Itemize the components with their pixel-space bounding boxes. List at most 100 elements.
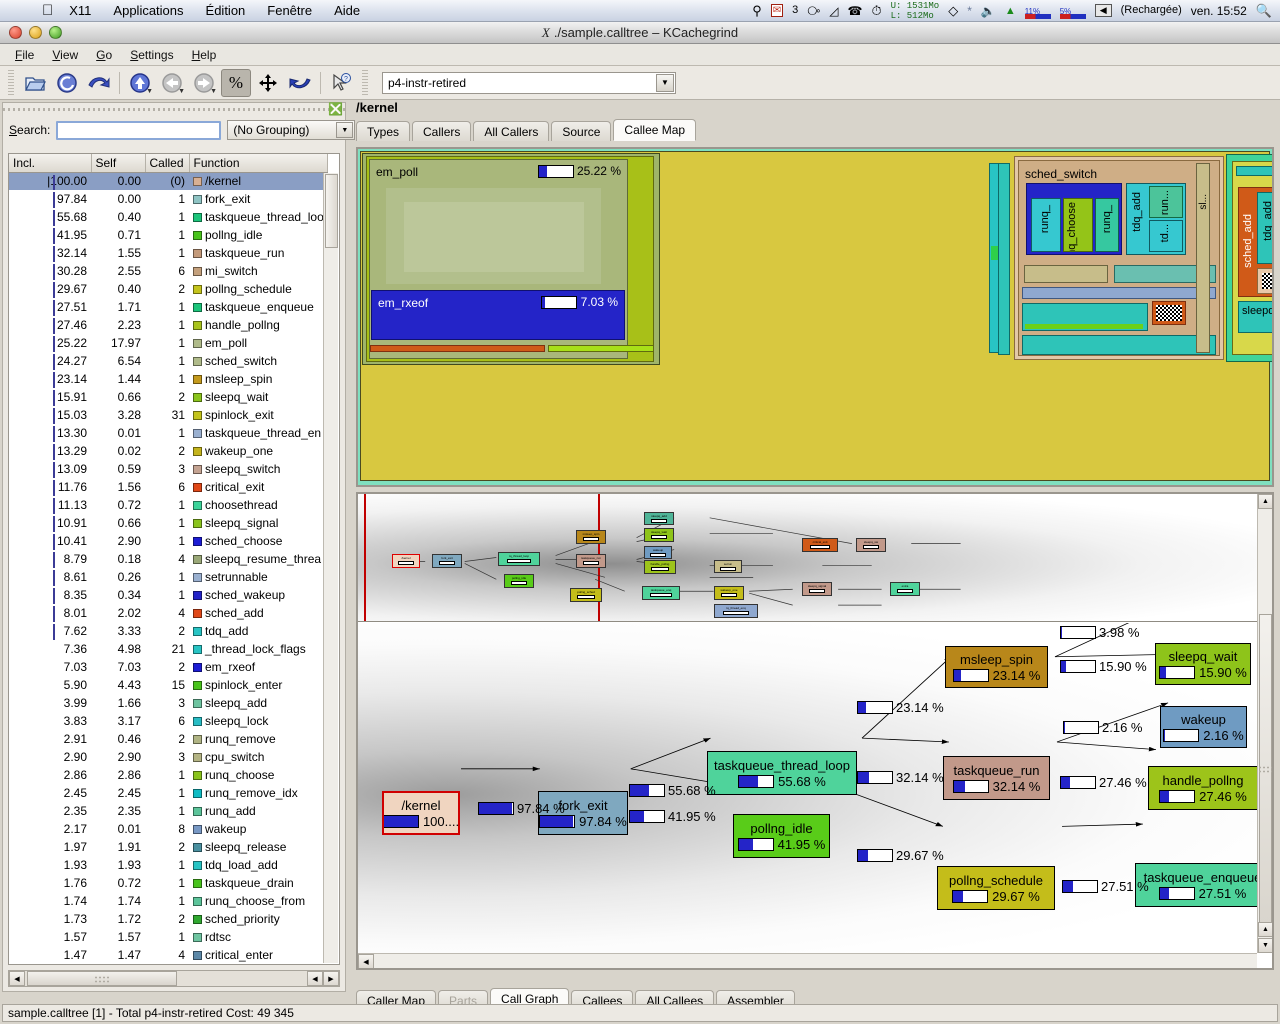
overview-node-sleepq-add[interactable]: sleepq_add xyxy=(644,512,674,525)
whats-this-button[interactable]: ? xyxy=(326,69,356,97)
os-menu-item-fenetre[interactable]: Fenêtre xyxy=(267,3,312,18)
table-row[interactable]: 1.931.931tdq_load_add xyxy=(9,856,327,874)
table-row[interactable]: 1.760.721taskqueue_drain xyxy=(9,874,327,892)
previous-button[interactable]: ▼ xyxy=(157,69,187,97)
column-header-called[interactable]: Called xyxy=(145,154,189,172)
column-header-self[interactable]: Self xyxy=(91,154,145,172)
call-graph-panel[interactable]: /kernel fork_exit tq_thread_loop pollng_… xyxy=(356,492,1274,970)
treemap-sub-d[interactable] xyxy=(1022,303,1148,331)
table-row[interactable]: |100.000.00(0)/kernel xyxy=(9,172,327,190)
table-row[interactable]: 2.862.861runq_choose xyxy=(9,766,327,784)
up-dropdown-arrow-icon[interactable]: ▼ xyxy=(146,88,153,95)
call-graph-vscrollbar[interactable]: ▲ ▲ ▼ xyxy=(1257,494,1272,953)
menu-settings[interactable]: Settings xyxy=(121,46,182,64)
toolbar-grip[interactable] xyxy=(8,70,14,96)
treemap-checker-1[interactable] xyxy=(1152,301,1186,325)
overview-viewport-left-marker[interactable] xyxy=(364,494,366,621)
tab-all-callers[interactable]: All Callers xyxy=(473,121,549,141)
graph-node-taskqueue-thread-loop[interactable]: taskqueue_thread_loop55.68 % xyxy=(707,751,857,795)
next-dropdown-arrow-icon[interactable]: ▼ xyxy=(210,88,217,95)
table-row[interactable]: 13.290.022wakeup_one xyxy=(9,442,327,460)
graph-node-sleepq-wait[interactable]: sleepq_wait15.90 % xyxy=(1155,643,1251,685)
scroll-left-button-2[interactable]: ◀ xyxy=(307,971,323,986)
treemap-strip-2[interactable] xyxy=(548,345,654,352)
table-row[interactable]: 24.276.541sched_switch xyxy=(9,352,327,370)
tab-source[interactable]: Source xyxy=(551,121,611,141)
table-row[interactable]: 2.352.351runq_add xyxy=(9,802,327,820)
treemap-sleepq-l[interactable]: sleepq_l... xyxy=(1238,301,1274,333)
graph-node-pollng-idle[interactable]: pollng_idle41.95 % xyxy=(733,814,830,858)
cycle-detection-button[interactable] xyxy=(285,69,315,97)
mail-icon[interactable]: ✉ xyxy=(771,4,783,17)
table-row[interactable]: 1.741.741runq_choose_from xyxy=(9,892,327,910)
graph-vscrollbar-thumb[interactable] xyxy=(1259,614,1272,924)
os-menu-item-aide[interactable]: Aide xyxy=(334,3,360,18)
treemap-tdq-add-2[interactable]: tdq_add xyxy=(1257,192,1274,264)
redo-arrow-icon-button[interactable] xyxy=(84,69,114,97)
table-row[interactable]: 8.790.184sleepq_resume_threa xyxy=(9,550,327,568)
treemap-em-rxeof[interactable]: em_rxeof 7.03 % xyxy=(371,290,625,340)
overview-node-kernel[interactable]: /kernel xyxy=(392,554,420,568)
table-row[interactable]: 2.902.903cpu_switch xyxy=(9,748,327,766)
vscrollbar-thumb[interactable] xyxy=(325,174,338,248)
treemap-checker-2[interactable] xyxy=(1257,268,1274,294)
bluetooth-icon[interactable]: * xyxy=(967,4,972,18)
table-row[interactable]: 10.412.901sched_choose xyxy=(9,532,327,550)
spotlight-search-icon[interactable]: 🔍 xyxy=(1256,3,1272,19)
treemap-em-poll-inner2[interactable] xyxy=(404,202,584,272)
graph-node-taskqueue-run[interactable]: taskqueue_run32.14 % xyxy=(943,756,1050,800)
menu-view[interactable]: View xyxy=(43,46,87,64)
hscrollbar-thumb[interactable] xyxy=(27,971,177,986)
table-row[interactable]: 10.910.661sleepq_signal xyxy=(9,514,327,532)
relative-cost-button[interactable] xyxy=(253,69,283,97)
overview-node-setrunnable[interactable]: setrun xyxy=(714,560,742,573)
overview-node-tq-thread-loop[interactable]: tq_thread_loop xyxy=(498,552,540,566)
column-header-incl[interactable]: Incl. xyxy=(9,154,91,172)
treemap-col-c[interactable]: sl... xyxy=(1196,163,1210,353)
event-type-grip[interactable] xyxy=(362,70,368,96)
lock-icon[interactable]: ⚲ xyxy=(752,3,762,19)
table-row[interactable]: 7.364.9821_thread_lock_flags xyxy=(9,640,327,658)
table-row[interactable]: 27.511.711taskqueue_enqueue xyxy=(9,298,327,316)
up-button[interactable]: ▼ xyxy=(125,69,155,97)
graph-scroll-left-button-2[interactable]: ◀ xyxy=(1225,969,1241,970)
shield-icon[interactable]: ◇ xyxy=(948,3,958,19)
overview-node-wakeup-one[interactable]: wakeup_one xyxy=(714,586,744,600)
function-list[interactable]: Incl. Self Called Function |100.000.00(0… xyxy=(8,153,340,965)
overview-node-tq-thread-enqueue[interactable]: tq_thread_enq xyxy=(714,604,758,618)
treemap-sub-c[interactable] xyxy=(1022,287,1216,299)
overview-node-msleep-spin[interactable]: msleep_spin xyxy=(576,530,606,544)
overview-node-extra-1[interactable]: extra xyxy=(890,582,920,596)
os-menu-item-x11[interactable]: X11 xyxy=(69,3,91,18)
treemap-tdq-add-1[interactable]: tdq_add run... td... xyxy=(1126,183,1186,255)
dock-titlebar[interactable]: ❎ xyxy=(3,103,345,117)
chevron-down-icon[interactable]: ▼ xyxy=(656,74,674,92)
clock-history-icon[interactable]: ⏱ xyxy=(871,3,881,19)
table-row[interactable]: 13.300.011taskqueue_thread_en xyxy=(9,424,327,442)
call-graph-hscrollbar[interactable]: ◀ ◀ ▶ xyxy=(358,953,1257,968)
menu-file[interactable]: File xyxy=(6,46,43,64)
table-row[interactable]: 3.991.663sleepq_add xyxy=(9,694,327,712)
os-menu-item-applications[interactable]: Applications xyxy=(113,3,183,18)
table-row[interactable]: 3.833.176sleepq_lock xyxy=(9,712,327,730)
back-circle-icon-button[interactable] xyxy=(52,69,82,97)
scroll-right-button[interactable]: ▶ xyxy=(323,971,339,986)
overview-node-handle-pollng[interactable]: handle_pollng xyxy=(644,560,676,574)
table-row[interactable]: 41.950.711pollng_idle xyxy=(9,226,327,244)
graph-scroll-up-button[interactable]: ▲ xyxy=(1258,494,1273,509)
previous-dropdown-arrow-icon[interactable]: ▼ xyxy=(178,88,185,95)
overview-node-taskqueue-run[interactable]: taskqueue_run xyxy=(576,554,606,568)
scroll-left-button[interactable]: ◀ xyxy=(9,971,25,986)
graph-node-wakeup[interactable]: wakeup2.16 % xyxy=(1160,706,1247,748)
graph-scroll-right-button[interactable]: ▶ xyxy=(1241,969,1257,970)
overview-node-pollng-idle[interactable]: pollng_idle xyxy=(504,574,534,588)
treemap-strip-1[interactable] xyxy=(370,345,545,352)
treemap-col-b[interactable] xyxy=(998,163,1010,355)
graph-hscrollbar-thumb[interactable] xyxy=(412,969,682,970)
treemap-sub-a[interactable] xyxy=(1024,265,1108,283)
overview-node-sleepq-switch[interactable]: sleepq_sw xyxy=(856,538,886,552)
menu-help[interactable]: Help xyxy=(183,46,226,64)
column-header-function[interactable]: Function xyxy=(189,154,327,172)
spiral-icon[interactable]: ⧂ xyxy=(807,3,820,19)
table-row[interactable]: 23.141.441msleep_spin xyxy=(9,370,327,388)
